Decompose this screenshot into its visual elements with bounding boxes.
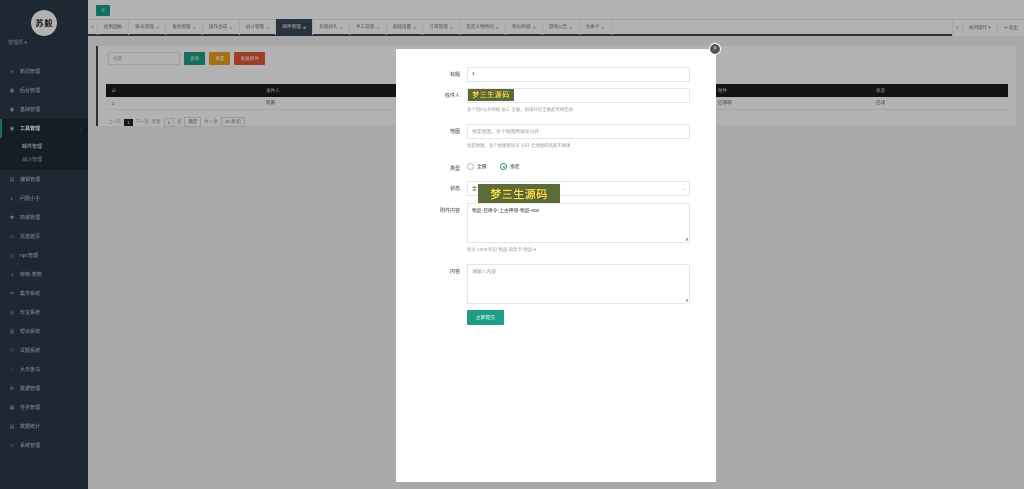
watermark-text: 梦三生源码 bbox=[472, 91, 510, 99]
content-placeholder: 请输入内容 bbox=[472, 270, 496, 275]
type-radio-all[interactable]: 全服 bbox=[467, 163, 487, 170]
chevron-down-icon: ⌄ bbox=[681, 186, 685, 191]
content-label: 内容 bbox=[449, 269, 460, 275]
content-textarea[interactable]: 请输入内容 ◢ bbox=[467, 264, 690, 304]
watermark-image: 梦三生源码 bbox=[468, 89, 514, 101]
title-label: 标题 bbox=[449, 72, 460, 78]
type-radio-specific[interactable]: 指定 bbox=[500, 163, 520, 170]
attachment-hint: 积分-1000-积分 物品-简年卡-物品-5 bbox=[467, 247, 537, 252]
radio-checked-icon bbox=[500, 163, 507, 170]
attachment-label: 附件内容 bbox=[439, 208, 460, 214]
recipient-hint: 多个用#分开例如 张三 全服，如果开启全服此项将无效 bbox=[467, 107, 573, 112]
resize-grip-icon[interactable]: ◢ bbox=[685, 297, 688, 302]
radio-unchecked-icon bbox=[467, 163, 474, 170]
status-label: 状态 bbox=[449, 186, 460, 192]
type-option-specific: 指定 bbox=[510, 165, 520, 170]
attachment-value: 物品-召唤令·上古神兽-物品-900 bbox=[472, 209, 540, 214]
attachment-textarea[interactable]: 物品-召唤令·上古神兽-物品-900 ◢ bbox=[467, 203, 690, 243]
watermark-text-large: 梦三生源码 bbox=[490, 188, 548, 201]
map-label: 地图 bbox=[449, 129, 460, 135]
close-icon[interactable]: × bbox=[709, 43, 721, 55]
type-label: 类型 bbox=[449, 166, 460, 172]
map-hint: 指定地图，多个地图用逗号 分开 全地图的话就不要填 bbox=[467, 143, 571, 148]
send-mail-modal: 标题 1 收件人 梦三生源码 多个用#分开例如 张三 全服，如果开启全服此项将无… bbox=[396, 49, 716, 482]
title-input[interactable]: 1 bbox=[467, 67, 690, 82]
status-value: 全 bbox=[472, 187, 477, 192]
map-input[interactable]: 指定地图，多个地图用逗号分开 bbox=[467, 124, 690, 139]
recipient-label: 收件人 bbox=[444, 93, 460, 99]
submit-button[interactable]: 立即提交 bbox=[467, 310, 504, 325]
type-option-all: 全服 bbox=[477, 165, 487, 170]
watermark-image-large: 梦三生源码 bbox=[478, 184, 560, 204]
resize-grip-icon[interactable]: ◢ bbox=[685, 236, 688, 241]
